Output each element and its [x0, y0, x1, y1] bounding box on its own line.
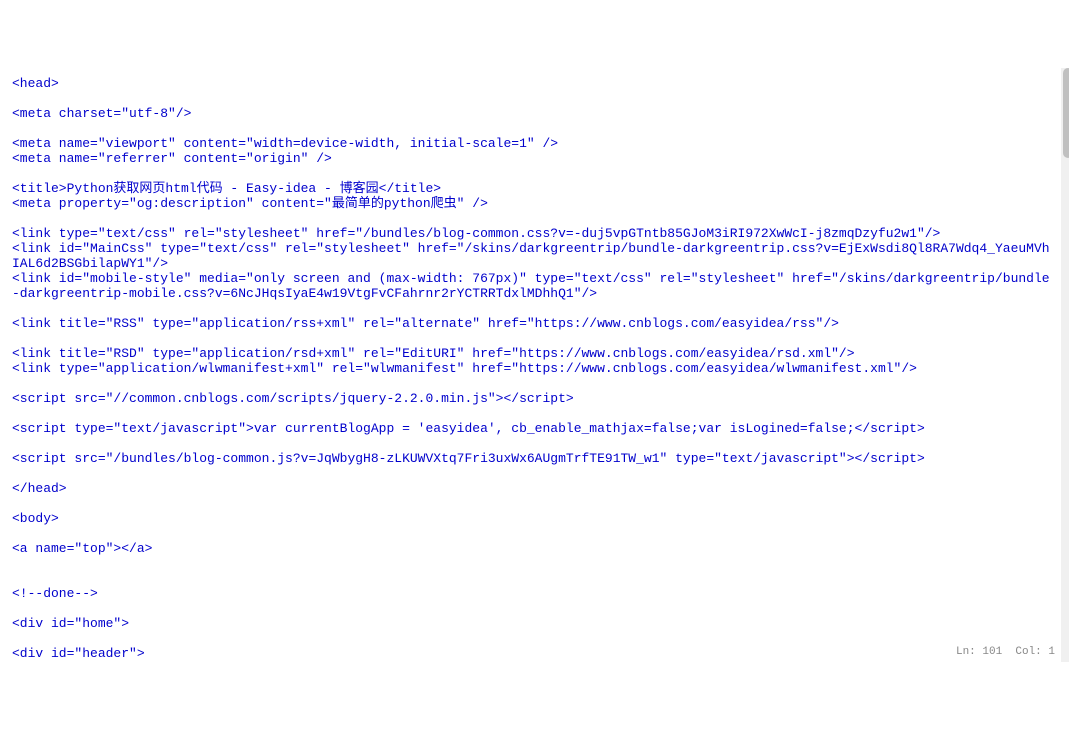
- code-line[interactable]: [12, 211, 1055, 226]
- code-line[interactable]: [12, 601, 1055, 616]
- code-line[interactable]: [12, 376, 1055, 391]
- code-line[interactable]: <meta name="referrer" content="origin" /…: [12, 151, 1055, 166]
- code-line[interactable]: <link id="mobile-style" media="only scre…: [12, 271, 1055, 301]
- scrollbar-thumb[interactable]: [1063, 68, 1069, 158]
- code-line[interactable]: <title>Python获取网页html代码 - Easy-idea - 博客…: [12, 181, 1055, 196]
- code-line[interactable]: <meta charset="utf-8"/>: [12, 106, 1055, 121]
- code-line[interactable]: </head>: [12, 481, 1055, 496]
- code-line[interactable]: <script src="/bundles/blog-common.js?v=J…: [12, 451, 1055, 466]
- code-line[interactable]: <div id="home">: [12, 616, 1055, 631]
- code-line[interactable]: [12, 91, 1055, 106]
- code-line[interactable]: [12, 466, 1055, 481]
- code-line[interactable]: <div id="header">: [12, 646, 1055, 661]
- code-line[interactable]: [12, 301, 1055, 316]
- code-content[interactable]: <head> <meta charset="utf-8"/> <meta name=…: [6, 68, 1061, 662]
- code-line[interactable]: [12, 556, 1055, 571]
- code-line[interactable]: <link type="application/wlwmanifest+xml"…: [12, 361, 1055, 376]
- code-viewer: <head> <meta charset="utf-8"/> <meta name=…: [6, 68, 1069, 662]
- code-line[interactable]: [12, 526, 1055, 541]
- code-line[interactable]: [12, 496, 1055, 511]
- code-line[interactable]: <a name="top"></a>: [12, 541, 1055, 556]
- code-line[interactable]: <link title="RSS" type="application/rss+…: [12, 316, 1055, 331]
- code-line[interactable]: <meta name="viewport" content="width=dev…: [12, 136, 1055, 151]
- code-line[interactable]: <body>: [12, 511, 1055, 526]
- code-line[interactable]: [12, 331, 1055, 346]
- code-line[interactable]: <link type="text/css" rel="stylesheet" h…: [12, 226, 1055, 241]
- code-line[interactable]: [12, 631, 1055, 646]
- vertical-scrollbar[interactable]: [1061, 68, 1069, 662]
- code-line[interactable]: <head>: [12, 76, 1055, 91]
- code-line[interactable]: [12, 121, 1055, 136]
- code-line[interactable]: [12, 166, 1055, 181]
- code-line[interactable]: <script type="text/javascript">var curre…: [12, 421, 1055, 436]
- code-line[interactable]: [12, 571, 1055, 586]
- code-line[interactable]: <link title="RSD" type="application/rsd+…: [12, 346, 1055, 361]
- cursor-position-status: Ln: 101 Col: 1: [956, 645, 1055, 660]
- code-line[interactable]: <link id="MainCss" type="text/css" rel="…: [12, 241, 1055, 271]
- code-line[interactable]: [12, 436, 1055, 451]
- code-line[interactable]: <script src="//common.cnblogs.com/script…: [12, 391, 1055, 406]
- code-line[interactable]: <meta property="og:description" content=…: [12, 196, 1055, 211]
- code-line[interactable]: [12, 406, 1055, 421]
